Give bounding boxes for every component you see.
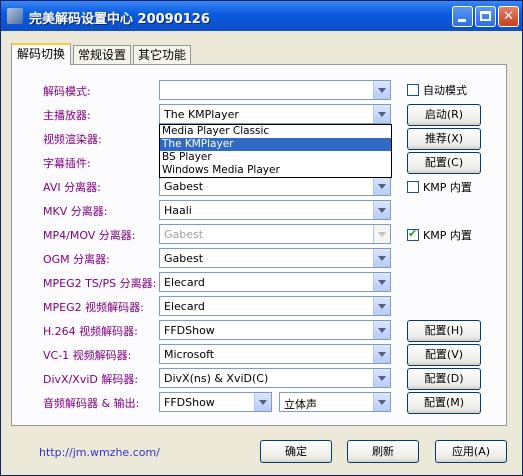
chevron-down-icon <box>373 225 390 243</box>
chevron-down-icon[interactable] <box>373 81 390 99</box>
refresh-button[interactable]: 刷新 <box>347 440 419 463</box>
dropdown-option[interactable]: Windows Media Player <box>160 164 391 177</box>
divx-xvid-decoder-select[interactable]: DivX(ns) & XviD(C) <box>159 368 391 388</box>
apply-button[interactable]: 应用(A) <box>435 440 507 463</box>
mpeg2-video-decoder-label: MPEG2 视频解码器: <box>43 301 144 314</box>
ogm-splitter-select[interactable]: Gabest <box>159 248 391 268</box>
app-icon <box>7 8 23 24</box>
dropdown-option[interactable]: BS Player <box>160 151 391 164</box>
website-link[interactable]: http://jm.wmzhe.com/ <box>39 446 160 459</box>
mp4-kmp-builtin-checkbox[interactable]: KMP 内置 <box>407 227 472 243</box>
chevron-down-icon[interactable] <box>254 393 271 411</box>
decode-mode-label: 解码模式: <box>43 85 91 98</box>
tab-decode-switch[interactable]: 解码切换 <box>11 43 71 65</box>
checkbox-box[interactable] <box>407 181 419 193</box>
decode-mode-select[interactable] <box>159 80 391 100</box>
title-bar[interactable]: 完美解码设置中心 20090126 ✕ <box>1 1 522 31</box>
main-player-label: 主播放器: <box>43 109 91 122</box>
h264-video-decoder-label: H.264 视频解码器: <box>43 325 138 338</box>
avi-splitter-label: AVI 分离器: <box>43 181 101 194</box>
window-title: 完美解码设置中心 20090126 <box>29 12 210 27</box>
mp4-mov-splitter-label: MP4/MOV 分离器: <box>43 229 136 242</box>
mpeg2-ts-ps-splitter-select[interactable]: Elecard <box>159 272 391 292</box>
maximize-button[interactable] <box>475 6 496 27</box>
auto-mode-checkbox[interactable]: 自动模式 <box>407 82 467 98</box>
dropdown-option[interactable]: Media Player Classic <box>160 125 391 138</box>
close-icon: ✕ <box>503 9 514 24</box>
avi-splitter-select[interactable]: Gabest <box>159 176 391 196</box>
audio-config-button[interactable]: 配置(M) <box>407 392 481 414</box>
avi-kmp-builtin-checkbox[interactable]: KMP 内置 <box>407 179 472 195</box>
close-button[interactable]: ✕ <box>498 6 519 27</box>
audio-decoder-output-label: 音频解码器 & 输出: <box>43 397 140 410</box>
checkbox-box[interactable] <box>407 84 419 96</box>
vc1-video-decoder-label: VC-1 视频解码器: <box>43 349 132 362</box>
dropdown-option-selected[interactable]: The KMPlayer <box>160 138 391 151</box>
mkv-splitter-select[interactable]: Haali <box>159 200 391 220</box>
chevron-down-icon[interactable] <box>373 321 390 339</box>
subtitle-plugin-label: 字幕插件: <box>43 157 91 170</box>
mpeg2-ts-ps-splitter-label: MPEG2 TS/PS 分离器: <box>43 277 157 290</box>
audio-output-select[interactable]: 立体声 <box>279 392 391 412</box>
minimize-button[interactable] <box>452 6 473 27</box>
vc1-config-button[interactable]: 配置(V) <box>407 344 481 366</box>
minimize-icon <box>458 19 466 22</box>
chevron-down-icon[interactable] <box>373 105 390 123</box>
mkv-splitter-label: MKV 分离器: <box>43 205 108 218</box>
launch-button[interactable]: 启动(R) <box>407 104 481 126</box>
chevron-down-icon[interactable] <box>373 201 390 219</box>
chevron-down-icon[interactable] <box>373 345 390 363</box>
checkbox-checked[interactable] <box>407 227 419 241</box>
subtitle-config-button[interactable]: 配置(C) <box>407 152 481 174</box>
chevron-down-icon[interactable] <box>373 393 390 411</box>
ok-button[interactable]: 确定 <box>260 440 332 463</box>
main-player-dropdown-list: Media Player Classic The KMPlayer BS Pla… <box>159 124 392 178</box>
audio-decoder-select[interactable]: FFDShow <box>159 392 272 412</box>
mpeg2-video-decoder-select[interactable]: Elecard <box>159 296 391 316</box>
chevron-down-icon[interactable] <box>373 297 390 315</box>
settings-window: 完美解码设置中心 20090126 ✕ 解码切换 常规设置 其它功能 解码模式:… <box>0 0 523 476</box>
divx-config-button[interactable]: 配置(D) <box>407 368 481 390</box>
tab-other-functions[interactable]: 其它功能 <box>133 45 191 64</box>
divx-xvid-decoder-label: DivX/XviD 解码器: <box>43 373 139 386</box>
h264-video-decoder-select[interactable]: FFDShow <box>159 320 391 340</box>
tab-general-settings[interactable]: 常规设置 <box>73 45 131 64</box>
ogm-splitter-label: OGM 分离器: <box>43 253 110 266</box>
mp4-mov-splitter-select: Gabest <box>159 224 391 244</box>
vc1-video-decoder-select[interactable]: Microsoft <box>159 344 391 364</box>
chevron-down-icon[interactable] <box>373 369 390 387</box>
chevron-down-icon[interactable] <box>373 177 390 195</box>
chevron-down-icon[interactable] <box>373 249 390 267</box>
chevron-down-icon[interactable] <box>373 273 390 291</box>
maximize-icon <box>480 11 491 21</box>
recommend-button[interactable]: 推荐(X) <box>407 128 481 150</box>
main-player-select[interactable]: The KMPlayer <box>159 104 391 124</box>
video-renderer-label: 视频渲染器: <box>43 133 102 146</box>
h264-config-button[interactable]: 配置(H) <box>407 320 481 342</box>
